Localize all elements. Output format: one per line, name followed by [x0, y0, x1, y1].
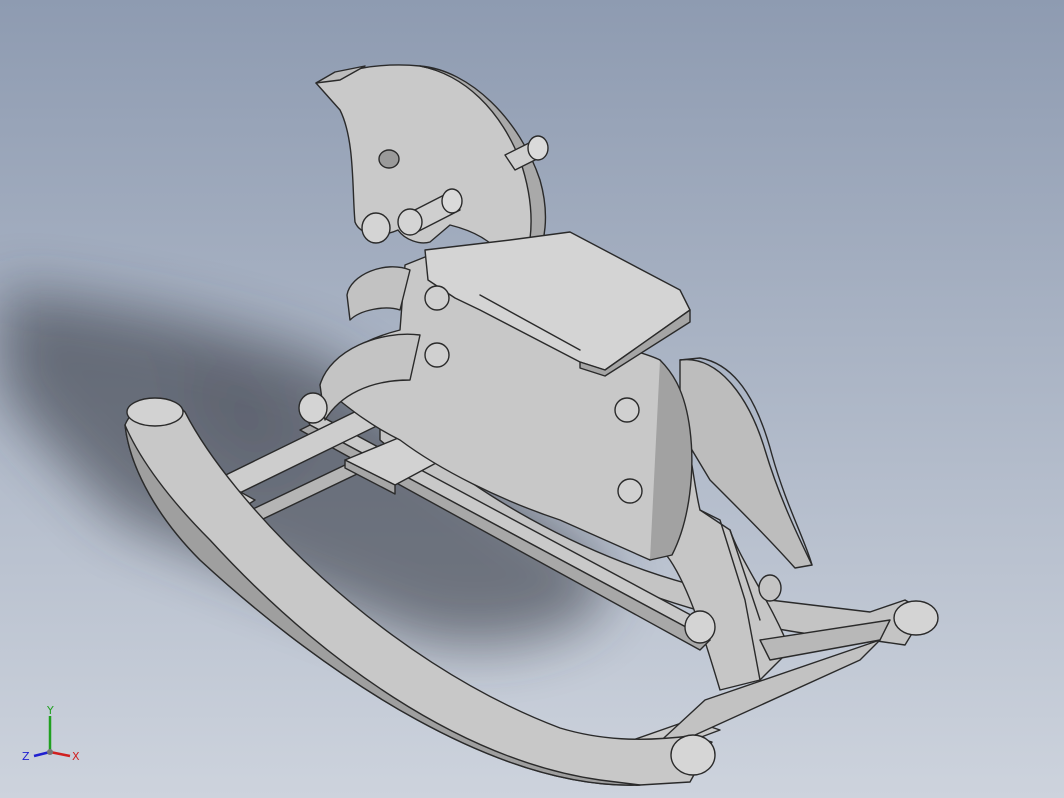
rocking-horse-model[interactable]: [0, 0, 1064, 798]
x-axis-arrow: [49, 750, 71, 758]
orientation-triad[interactable]: Y X Z: [18, 702, 88, 772]
x-axis-label: X: [72, 750, 80, 763]
graphics-viewport[interactable]: Y X Z: [0, 0, 1064, 798]
eye-hole: [378, 149, 400, 169]
front-rocker-end-cap: [670, 734, 716, 776]
front-rocker-top-face: [126, 397, 184, 427]
rear-rocker-end-cap: [893, 600, 939, 636]
z-axis-label: Z: [22, 750, 30, 763]
y-axis-label: Y: [46, 704, 54, 717]
triad-origin: [47, 749, 53, 755]
